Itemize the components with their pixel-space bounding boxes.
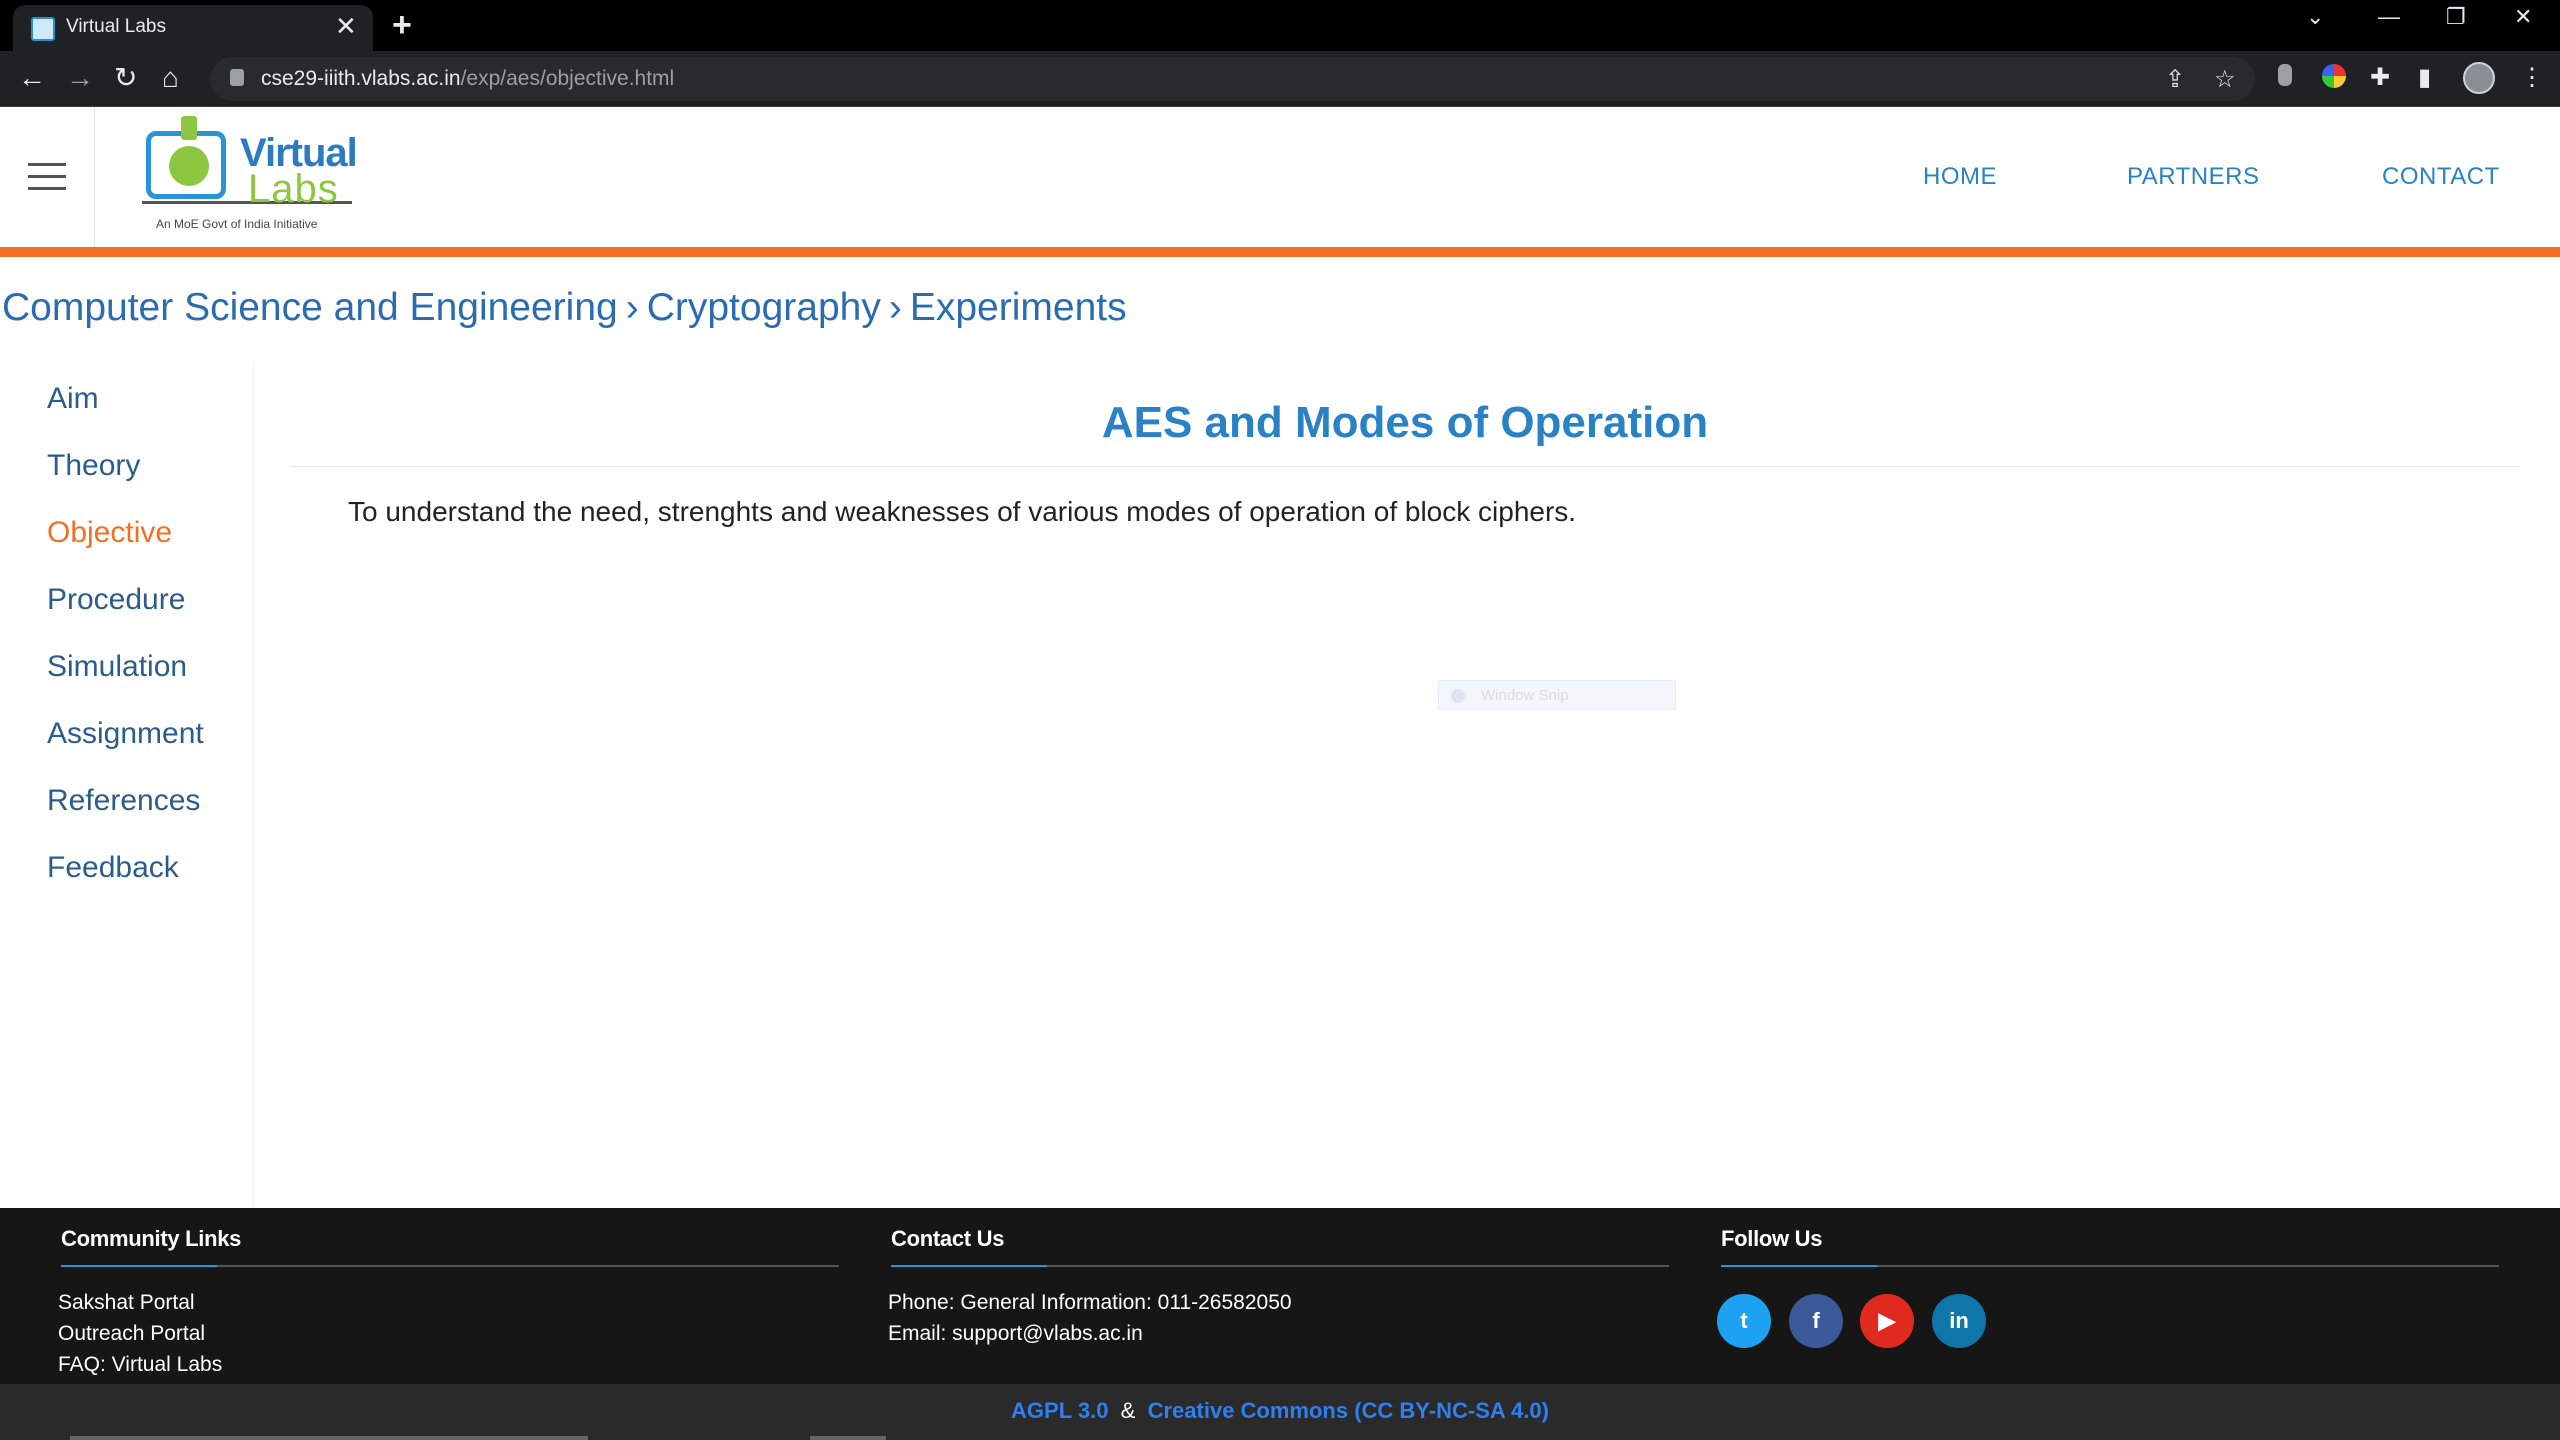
- faq-link[interactable]: FAQ: Virtual Labs: [58, 1353, 222, 1377]
- contact-phone: Phone: General Information: 011-26582050: [888, 1291, 1292, 1314]
- browser-menu-icon[interactable]: ⋮: [2520, 63, 2544, 92]
- linkedin-icon[interactable]: in: [1932, 1294, 1986, 1348]
- header-accent-bar: [0, 247, 2560, 257]
- logo-tagline: An MoE Govt of India Initiative: [156, 217, 318, 231]
- sidebar-item-feedback[interactable]: Feedback: [47, 851, 179, 885]
- browser-toolbar: ← → ↻ ⌂ cse29-iiith.vlabs.ac.in/exp/aes/…: [0, 51, 2560, 107]
- restore-icon[interactable]: ❐: [2446, 4, 2466, 30]
- breadcrumb-separator-icon: ›: [888, 286, 902, 329]
- contact-email[interactable]: Email: support@vlabs.ac.in: [888, 1322, 1143, 1346]
- site-header: Virtual Labs An MoE Govt of India Initia…: [0, 107, 2560, 247]
- sidebar-item-procedure[interactable]: Procedure: [47, 583, 185, 617]
- horizontal-scrollbar[interactable]: [70, 1436, 588, 1440]
- nav-partners-link[interactable]: PARTNERS: [2127, 163, 2259, 191]
- color-extension-icon[interactable]: [2322, 64, 2346, 88]
- twitter-icon[interactable]: t: [1717, 1294, 1771, 1348]
- site-footer: Community Links Sakshat Portal Outreach …: [0, 1208, 2560, 1384]
- sakshat-portal-link[interactable]: Sakshat Portal: [58, 1291, 195, 1315]
- header-divider: [94, 107, 95, 247]
- hamburger-menu-icon[interactable]: [28, 163, 66, 199]
- url-path: /exp/aes/objective.html: [460, 67, 675, 90]
- experiment-sidebar: Aim Theory Objective Procedure Simulatio…: [0, 362, 254, 1208]
- window-close-icon[interactable]: ✕: [2514, 4, 2532, 30]
- breadcrumb-experiments[interactable]: Experiments: [910, 286, 1127, 329]
- address-bar[interactable]: cse29-iiith.vlabs.ac.in/exp/aes/objectiv…: [210, 57, 2255, 101]
- community-rule: [61, 1265, 839, 1267]
- url-text[interactable]: cse29-iiith.vlabs.ac.in/exp/aes/objectiv…: [261, 67, 674, 91]
- facebook-icon[interactable]: f: [1789, 1294, 1843, 1348]
- new-tab-icon[interactable]: +: [392, 7, 412, 43]
- nav-home-link[interactable]: HOME: [1923, 163, 1997, 191]
- browser-tab-strip: Virtual Labs ✕ + ⌄ — ❐ ✕: [0, 0, 2560, 51]
- lock-icon[interactable]: [230, 69, 244, 86]
- breadcrumb-cse[interactable]: Computer Science and Engineering: [2, 286, 618, 329]
- home-icon[interactable]: ⌂: [162, 61, 179, 95]
- youtube-icon[interactable]: ▶: [1860, 1294, 1914, 1348]
- tab-title: Virtual Labs: [66, 16, 166, 37]
- cc-license-link[interactable]: Creative Commons (CC BY-NC-SA 4.0): [1148, 1398, 1549, 1423]
- forward-icon[interactable]: →: [66, 61, 94, 95]
- bookmark-star-icon[interactable]: ☆: [2214, 65, 2236, 94]
- horizontal-scrollbar-secondary[interactable]: [810, 1436, 886, 1440]
- extension-1-icon[interactable]: [2278, 64, 2292, 86]
- logo-text-labs: Labs: [248, 167, 339, 211]
- window-snip-overlay: Window Snip: [1438, 680, 1676, 710]
- url-host: cse29-iiith.vlabs.ac.in: [261, 67, 461, 90]
- share-icon[interactable]: ⇪: [2165, 65, 2185, 94]
- community-links-heading: Community Links: [61, 1226, 242, 1251]
- sidebar-item-assignment[interactable]: Assignment: [47, 717, 204, 751]
- follow-us-heading: Follow Us: [1721, 1226, 1823, 1251]
- profile-avatar[interactable]: [2463, 62, 2495, 94]
- snip-icon: [1451, 689, 1465, 703]
- follow-rule: [1721, 1265, 2499, 1267]
- objective-text: To understand the need, strenghts and we…: [348, 496, 1577, 527]
- nav-contact-link[interactable]: CONTACT: [2382, 163, 2500, 191]
- contact-rule: [891, 1265, 1669, 1267]
- outreach-portal-link[interactable]: Outreach Portal: [58, 1322, 205, 1346]
- license-ampersand: &: [1120, 1398, 1136, 1423]
- tab-close-icon[interactable]: ✕: [335, 11, 357, 41]
- flask-logo-icon: [146, 116, 226, 199]
- breadcrumb-cryptography[interactable]: Cryptography: [647, 286, 881, 329]
- breadcrumb-separator-icon: ›: [625, 286, 639, 329]
- virtual-labs-favicon-icon: [31, 17, 55, 41]
- license-text: AGPL 3.0 & Creative Commons (CC BY-NC-SA…: [0, 1398, 2560, 1424]
- sidebar-item-objective[interactable]: Objective: [47, 516, 172, 550]
- minimize-icon[interactable]: —: [2378, 4, 2400, 30]
- snip-label: Window Snip: [1481, 687, 1569, 704]
- browser-tab[interactable]: Virtual Labs ✕: [13, 5, 373, 51]
- sidebar-item-theory[interactable]: Theory: [47, 449, 140, 483]
- license-bar: AGPL 3.0 & Creative Commons (CC BY-NC-SA…: [0, 1384, 2560, 1440]
- tab-search-icon[interactable]: ⌄: [2306, 4, 2324, 30]
- extensions-puzzle-icon[interactable]: ✚: [2370, 63, 2390, 92]
- sidebar-item-references[interactable]: References: [47, 784, 200, 818]
- sidebar-item-simulation[interactable]: Simulation: [47, 650, 187, 684]
- virtual-labs-logo[interactable]: Virtual Labs An MoE Govt of India Initia…: [142, 116, 362, 242]
- sidebar-item-aim[interactable]: Aim: [47, 382, 99, 416]
- side-panel-icon[interactable]: ▮: [2418, 63, 2431, 92]
- back-icon[interactable]: ←: [18, 61, 46, 95]
- breadcrumb: Computer Science and Engineering › Cryptog…: [2, 286, 1127, 330]
- page-title: AES and Modes of Operation: [1101, 398, 1709, 447]
- contact-us-heading: Contact Us: [891, 1226, 1005, 1251]
- reload-icon[interactable]: ↻: [114, 61, 137, 95]
- title-divider: [290, 466, 2520, 467]
- agpl-license-link[interactable]: AGPL 3.0: [1011, 1398, 1108, 1423]
